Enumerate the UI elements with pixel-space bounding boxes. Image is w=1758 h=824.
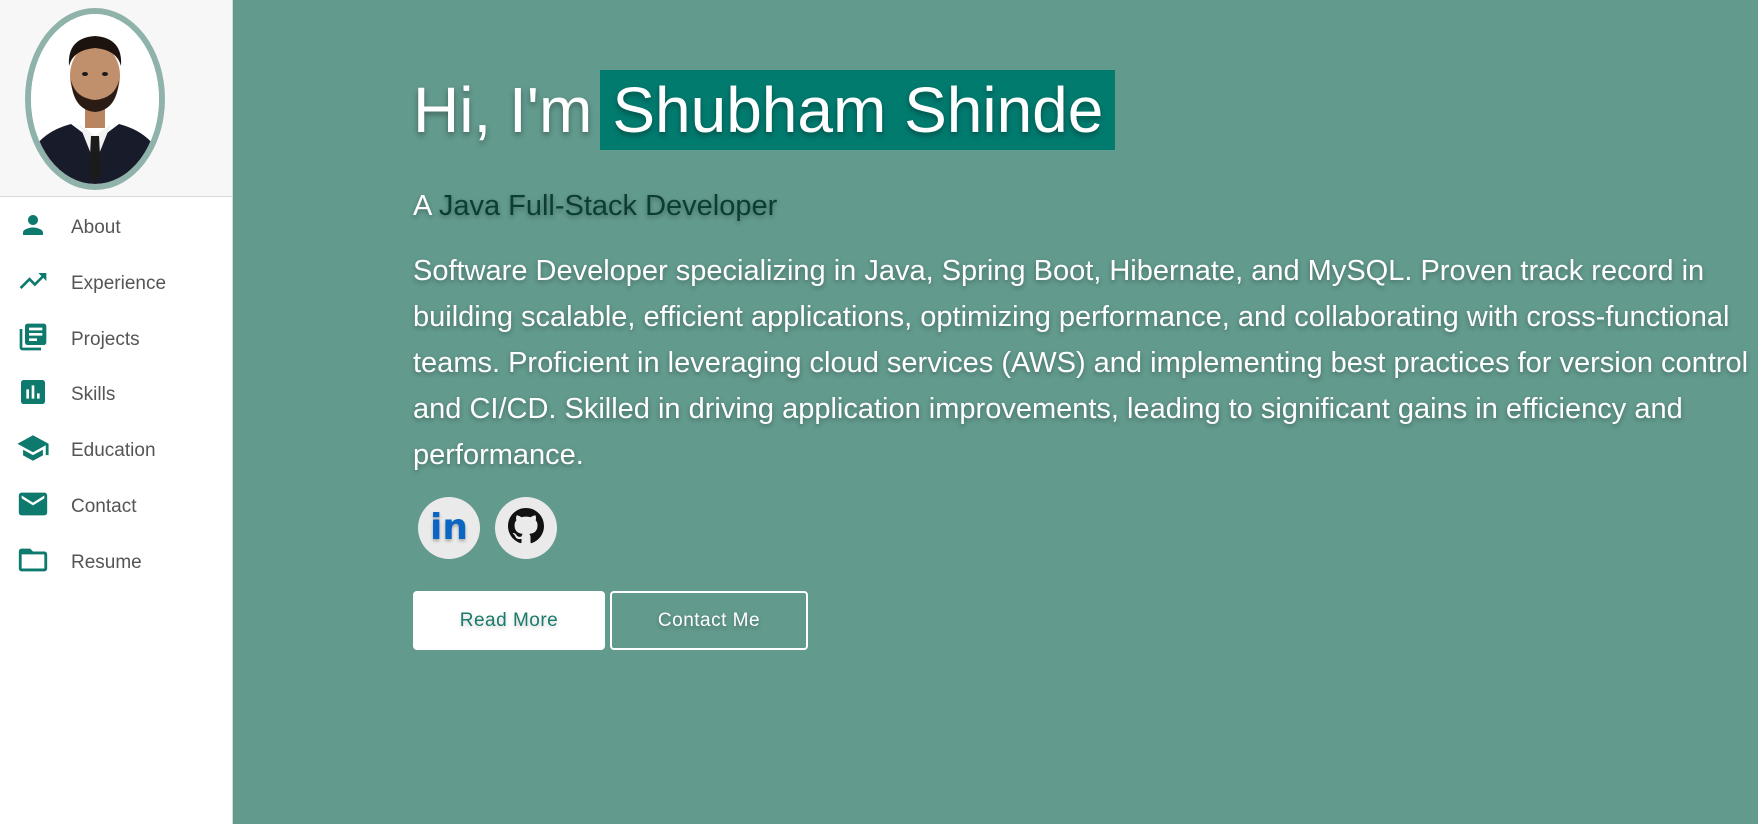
bio-paragraph: Software Developer specializing in Java,… <box>413 255 1749 471</box>
subtitle-prefix: A <box>413 190 431 222</box>
greeting-text: Hi, I'm <box>413 74 593 146</box>
contact-me-button[interactable]: Contact Me <box>610 591 808 650</box>
person-icon <box>16 208 50 242</box>
hero-heading: Hi, I'm Shubham Shinde <box>413 70 1116 150</box>
sidebar-item-label: Projects <box>71 328 140 350</box>
bar-chart-icon <box>16 375 50 409</box>
sidebar-item-label: Skills <box>71 384 116 406</box>
folder-icon <box>16 543 50 577</box>
github-icon <box>508 507 544 549</box>
sidebar-item-projects[interactable]: Projects <box>0 309 232 365</box>
profile-photo <box>31 14 159 184</box>
sidebar-item-contact[interactable]: Contact <box>0 476 232 532</box>
library-books-icon <box>16 320 50 354</box>
sidebar-item-label: About <box>71 217 121 238</box>
avatar <box>25 8 165 190</box>
hero-section: Hi, I'm Shubham Shinde A Java Full-Stack … <box>413 0 1758 824</box>
school-icon <box>16 431 50 465</box>
sidebar-item-label: Contact <box>71 495 137 517</box>
sidebar: About Experience Projects Skills Educati… <box>0 0 233 824</box>
hero-actions: Read More Contact Me <box>413 591 808 650</box>
sidebar-item-label: Resume <box>71 551 142 573</box>
sidebar-item-resume[interactable]: Resume <box>0 532 232 588</box>
sidebar-item-skills[interactable]: Skills <box>0 364 232 420</box>
sidebar-item-label: Education <box>71 440 156 462</box>
github-link[interactable] <box>495 497 557 559</box>
sidebar-item-experience[interactable]: Experience <box>0 253 232 309</box>
read-more-button[interactable]: Read More <box>413 591 605 650</box>
sidebar-item-education[interactable]: Education <box>0 420 232 476</box>
role-text: Java Full-Stack Developer <box>438 190 778 222</box>
sidebar-nav: About Experience Projects Skills Educati… <box>0 197 232 588</box>
hero-subtitle: A Java Full-Stack Developer <box>413 190 777 223</box>
sidebar-item-label: Experience <box>71 272 167 294</box>
name-highlight: Shubham Shinde <box>600 70 1116 150</box>
trending-up-icon <box>16 264 50 298</box>
app-root: About Experience Projects Skills Educati… <box>0 0 1758 824</box>
social-links: in <box>418 497 557 559</box>
profile-header <box>0 0 232 197</box>
linkedin-icon: in <box>430 507 468 548</box>
mail-icon <box>16 487 50 521</box>
linkedin-link[interactable]: in <box>418 497 480 559</box>
sidebar-item-about[interactable]: About <box>0 197 232 253</box>
